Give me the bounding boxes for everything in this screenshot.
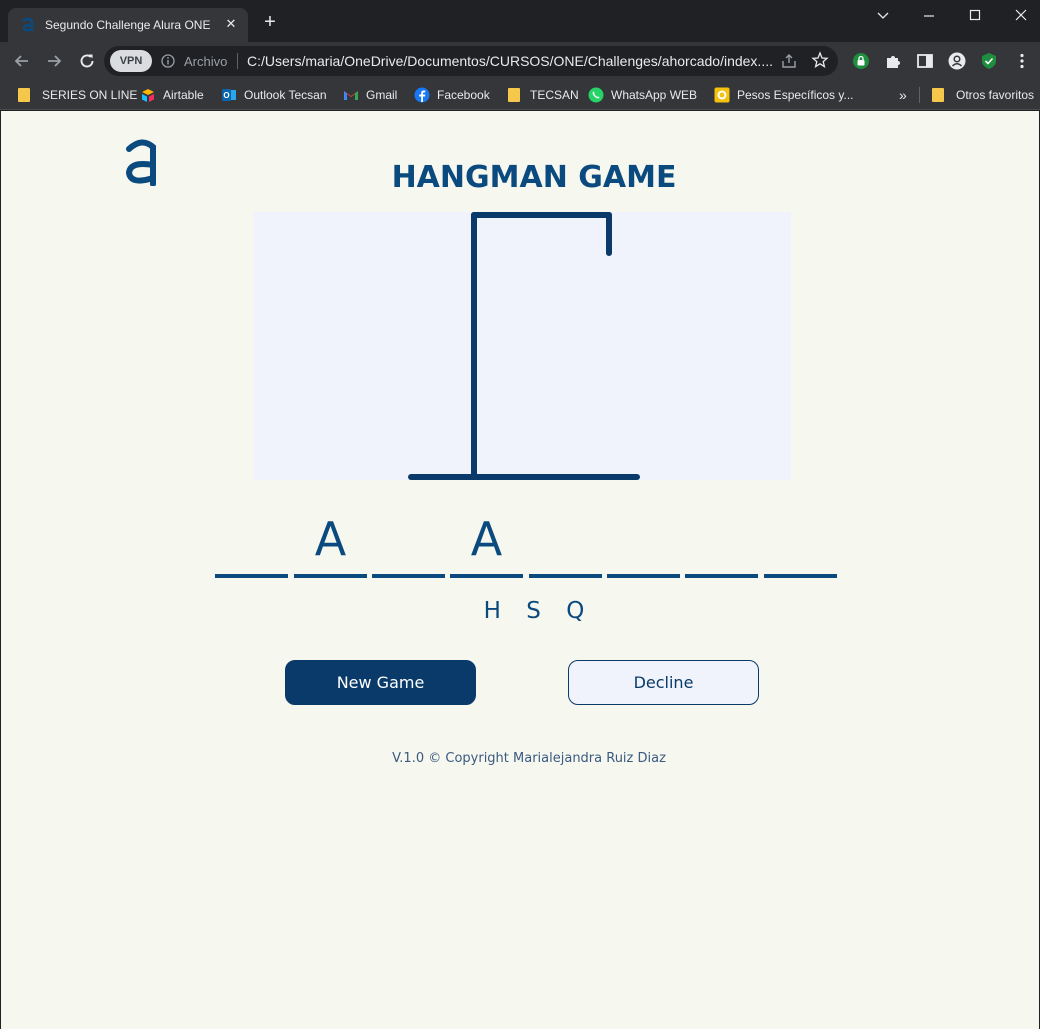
new-game-button[interactable]: New Game	[285, 660, 476, 705]
lock-extension-icon[interactable]	[851, 51, 871, 71]
maximize-icon	[969, 9, 981, 21]
wrong-letter: S	[526, 598, 541, 624]
letter-underline	[764, 574, 837, 578]
browser-toolbar: VPN Archivo C:/Users/maria/OneDrive/Docu…	[0, 42, 1040, 80]
letter-underline	[450, 574, 523, 578]
letter-slot: A	[294, 515, 367, 578]
bookmark-label: Outlook Tecsan	[244, 88, 327, 102]
page-viewport: HANGMAN GAME A A H S Q New Game Decline …	[1, 111, 1039, 1029]
letter-underline	[685, 574, 758, 578]
page-title: HANGMAN GAME	[391, 160, 677, 195]
bookmark-star-icon[interactable]	[811, 51, 829, 69]
menu-kebab-icon[interactable]	[1012, 51, 1032, 71]
letter-slot	[685, 515, 758, 578]
folder-icon	[932, 88, 944, 102]
chevron-double-right-icon: »	[899, 87, 907, 103]
tab-search-button[interactable]	[858, 0, 906, 30]
tab-close-icon[interactable]: ✕	[222, 15, 240, 33]
svg-text:O: O	[223, 91, 229, 100]
bookmarks-bar: SERIES ON LINE Airtable O Outlook Tecsan…	[0, 80, 1040, 110]
letter-slot: A	[450, 515, 523, 578]
forward-arrow-icon[interactable]	[44, 51, 64, 71]
close-icon	[1015, 9, 1027, 21]
shield-extension-icon[interactable]	[979, 51, 999, 71]
letter-slot	[529, 515, 602, 578]
bookmark-other-favorites[interactable]: Otros favoritos	[930, 86, 1034, 104]
gallows-drawing	[408, 212, 640, 480]
guessed-letter: A	[470, 512, 503, 566]
bookmarks-overflow-button[interactable]: »	[899, 86, 907, 104]
decline-button[interactable]: Decline	[568, 660, 759, 705]
bookmark-series-on-line[interactable]: SERIES ON LINE	[16, 86, 137, 104]
bookmark-label: Gmail	[366, 88, 398, 102]
bookmark-whatsapp-web[interactable]: WhatsApp WEB	[588, 86, 697, 104]
wrong-letter: H	[483, 598, 501, 624]
bookmark-airtable[interactable]: Airtable	[140, 86, 204, 104]
info-icon[interactable]	[161, 54, 175, 68]
bookmark-label: SERIES ON LINE	[42, 88, 138, 102]
bookmark-label: Pesos Específicos y...	[737, 88, 854, 102]
folder-icon	[18, 88, 30, 102]
bookmarks-divider	[919, 87, 920, 103]
word-display: A A	[215, 515, 839, 578]
address-scheme-label: Archivo	[184, 54, 228, 69]
new-tab-button[interactable]: +	[260, 12, 280, 33]
whatsapp-icon	[588, 87, 604, 103]
alura-favicon-icon	[22, 17, 34, 32]
extensions-puzzle-icon[interactable]	[883, 51, 903, 71]
letter-underline	[294, 574, 367, 578]
letter-underline	[372, 574, 445, 578]
facebook-icon	[414, 87, 430, 103]
letter-slot	[764, 515, 837, 578]
airtable-icon	[142, 89, 154, 102]
minimize-icon	[924, 15, 934, 17]
bookmark-label: WhatsApp WEB	[611, 88, 698, 102]
letter-underline	[529, 574, 602, 578]
letter-underline	[607, 574, 680, 578]
vpn-badge[interactable]: VPN	[110, 50, 152, 72]
back-arrow-icon[interactable]	[12, 51, 32, 71]
address-url[interactable]: C:/Users/maria/OneDrive/Documentos/CURSO…	[247, 53, 773, 69]
address-divider	[237, 53, 238, 69]
address-bar[interactable]: VPN Archivo C:/Users/maria/OneDrive/Docu…	[104, 46, 838, 76]
letter-slot	[607, 515, 680, 578]
side-panel-icon[interactable]	[915, 51, 935, 71]
maximize-button[interactable]	[950, 0, 998, 30]
bookmark-label: Facebook	[437, 88, 490, 102]
browser-titlebar: Segundo Challenge Alura ONE ✕ +	[0, 0, 1040, 42]
bookmark-label: Otros favoritos	[956, 88, 1035, 102]
close-window-button[interactable]	[996, 0, 1040, 30]
chevron-down-icon	[877, 12, 889, 19]
footer-copyright: V.1.0 © Copyright Marialejandra Ruiz Dia…	[392, 751, 666, 766]
bookmark-tecsan[interactable]: TECSAN	[506, 86, 579, 104]
share-icon[interactable]	[780, 52, 798, 70]
tab-title: Segundo Challenge Alura ONE	[45, 18, 211, 32]
wrong-letter: Q	[566, 598, 585, 624]
wrong-letters: H S Q	[1, 598, 1040, 624]
profile-icon[interactable]	[947, 51, 967, 71]
letter-slot	[215, 515, 288, 578]
gmail-icon	[344, 91, 358, 100]
bookmark-outlook-tecsan[interactable]: O Outlook Tecsan	[221, 86, 327, 104]
site-icon	[714, 87, 730, 103]
bookmark-pesos-especificos[interactable]: Pesos Específicos y...	[714, 86, 854, 104]
browser-tab[interactable]: Segundo Challenge Alura ONE ✕	[8, 8, 248, 42]
folder-icon	[508, 88, 520, 102]
letter-underline	[215, 574, 288, 578]
guessed-letter: A	[314, 512, 347, 566]
bookmark-gmail[interactable]: Gmail	[343, 86, 397, 104]
bookmark-label: Airtable	[163, 88, 204, 102]
minimize-button[interactable]	[904, 0, 952, 30]
bookmark-label: TECSAN	[530, 88, 579, 102]
outlook-icon: O	[222, 89, 236, 101]
letter-slot	[372, 515, 445, 578]
reload-icon[interactable]	[77, 51, 97, 71]
bookmark-facebook[interactable]: Facebook	[414, 86, 490, 104]
